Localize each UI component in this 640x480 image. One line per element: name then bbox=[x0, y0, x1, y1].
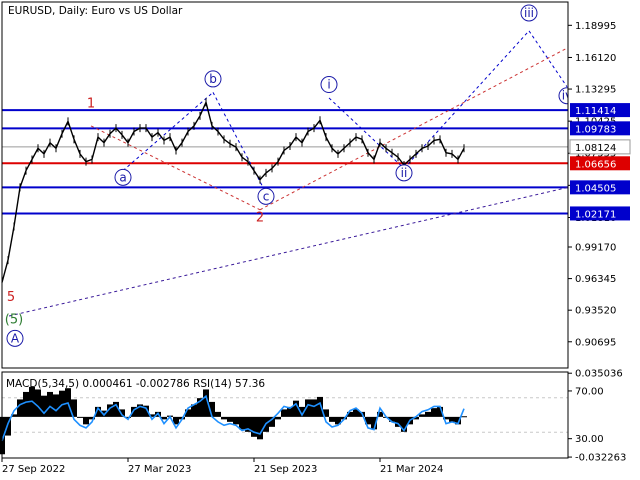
price-tick-label: 1.13295 bbox=[575, 85, 616, 96]
macd-bar bbox=[311, 399, 317, 417]
macd-bar bbox=[77, 416, 83, 418]
price-tick-label: 0.93520 bbox=[575, 306, 616, 317]
macd-bar bbox=[35, 389, 41, 417]
price-tick-label: 1.16120 bbox=[575, 53, 616, 64]
level-tag-label: 1.11414 bbox=[575, 106, 616, 117]
price-axis-strip bbox=[568, 0, 640, 480]
level-tag-label: 1.09783 bbox=[575, 124, 616, 135]
macd-bar bbox=[17, 399, 23, 417]
wave-label: i bbox=[327, 78, 330, 92]
macd-bar bbox=[461, 416, 467, 418]
macd-bar bbox=[233, 416, 239, 425]
time-tick-label: 21 Mar 2024 bbox=[380, 464, 443, 475]
macd-bar bbox=[317, 396, 323, 417]
level-tag-label: 1.02171 bbox=[575, 209, 616, 220]
macd-bar bbox=[53, 394, 59, 417]
price-tick-label: 0.96345 bbox=[575, 274, 616, 285]
indicator-tick-label: -0.032263 bbox=[575, 453, 626, 464]
macd-bar bbox=[227, 416, 233, 422]
price-tick-label: 1.18995 bbox=[575, 21, 616, 32]
price-tick-label: 0.90695 bbox=[575, 337, 616, 348]
price-tick-label: 0.99170 bbox=[575, 243, 616, 254]
wave-label: (5) bbox=[5, 312, 23, 327]
macd-bar bbox=[83, 416, 89, 425]
macd-bar bbox=[281, 409, 287, 417]
wave-label: 2 bbox=[256, 211, 264, 226]
time-tick-label: 27 Mar 2023 bbox=[128, 464, 191, 475]
macd-bar bbox=[275, 416, 281, 420]
wave-label: A bbox=[11, 331, 20, 345]
wave-label: 5 bbox=[7, 290, 15, 305]
macd-bar bbox=[425, 411, 431, 417]
macd-bar bbox=[257, 416, 263, 440]
indicator-tick-label: 30.00 bbox=[575, 434, 604, 445]
wave-label: iii bbox=[524, 6, 534, 20]
macd-bar bbox=[419, 414, 425, 417]
wave-label: b bbox=[209, 72, 217, 86]
level-tag-label: 1.04505 bbox=[575, 183, 616, 194]
indicator-tick-label: 70.00 bbox=[575, 386, 604, 397]
time-tick-label: 21 Sep 2023 bbox=[254, 464, 317, 475]
indicator-tick-label: 0.035036 bbox=[575, 369, 623, 380]
wave-label: c bbox=[263, 189, 270, 203]
current-price-label: 1.08124 bbox=[575, 143, 616, 154]
macd-bar bbox=[47, 391, 53, 417]
indicator-label: MACD(5,34,5) 0.000461 -0.002786 RSI(14) … bbox=[6, 378, 265, 390]
chart-svg: 125(5)Aabciiiiiiiv 1.189951.161201.13295… bbox=[0, 0, 640, 480]
macd-bar bbox=[23, 391, 29, 417]
macd-bar bbox=[431, 408, 437, 417]
macd-bar bbox=[215, 411, 221, 417]
chart-title: EURUSD, Daily: Euro vs US Dollar bbox=[8, 5, 183, 17]
time-tick-label: 27 Sep 2022 bbox=[2, 464, 65, 475]
wave-label: a bbox=[119, 170, 126, 184]
macd-bar bbox=[251, 416, 257, 437]
macd-bar bbox=[239, 416, 245, 430]
macd-bar bbox=[221, 416, 227, 420]
wave-label: 1 bbox=[87, 97, 95, 112]
wave-label: ii bbox=[401, 166, 408, 180]
macd-bar bbox=[329, 416, 335, 422]
level-tag-label: 1.06656 bbox=[575, 159, 616, 170]
